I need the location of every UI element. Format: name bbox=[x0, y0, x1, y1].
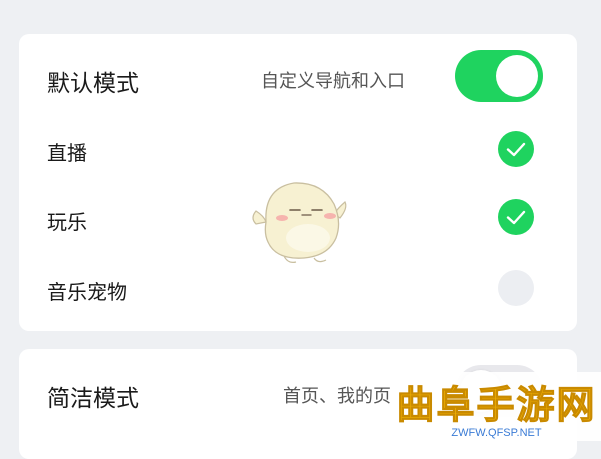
watermark: 曲阜手游网 ZWFW.QFSP.NET bbox=[392, 372, 601, 441]
option-label-music-pet: 音乐宠物 bbox=[47, 280, 127, 304]
watermark-brand: 曲阜手游网 bbox=[396, 383, 597, 428]
toggle-knob bbox=[496, 55, 538, 97]
checkmark-icon bbox=[506, 210, 526, 225]
checkmark-icon bbox=[506, 142, 526, 157]
option-row-music-pet[interactable]: 音乐宠物 bbox=[19, 262, 577, 331]
watermark-url: ZWFW.QFSP.NET bbox=[451, 427, 542, 439]
checkbox-play[interactable] bbox=[498, 199, 534, 235]
option-label-play: 玩乐 bbox=[47, 210, 87, 234]
option-label-live: 直播 bbox=[47, 141, 87, 165]
default-mode-row[interactable]: 默认模式 自定义导航和入口 bbox=[19, 34, 577, 122]
checkbox-live[interactable] bbox=[498, 131, 534, 167]
default-mode-description: 自定义导航和入口 bbox=[261, 71, 405, 92]
checkbox-music-pet[interactable] bbox=[498, 270, 534, 306]
default-mode-title: 默认模式 bbox=[47, 71, 139, 97]
simple-mode-description: 首页、我的页 bbox=[283, 386, 391, 407]
default-mode-toggle[interactable] bbox=[455, 50, 543, 102]
mascot-character-icon bbox=[252, 182, 347, 263]
simple-mode-title: 简洁模式 bbox=[47, 386, 139, 412]
